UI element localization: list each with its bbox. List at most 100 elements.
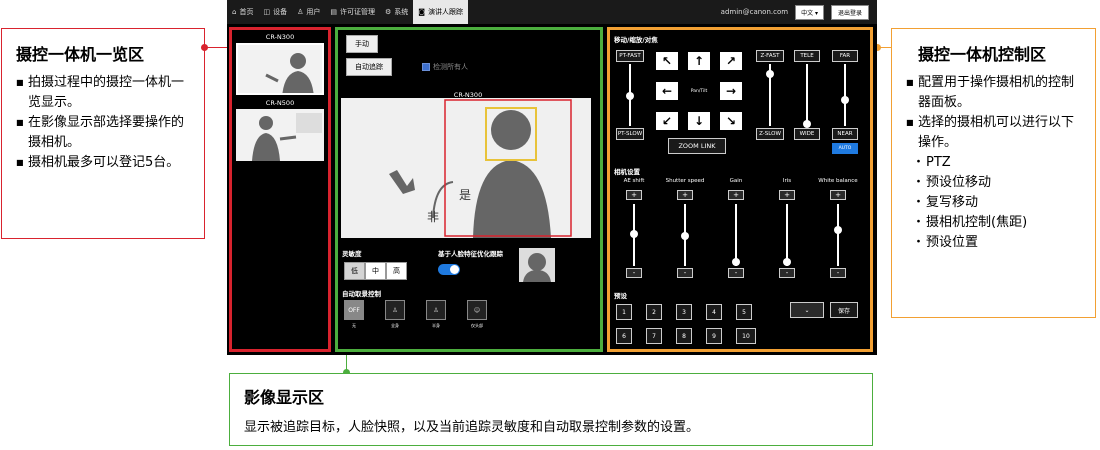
arrow-up-right-icon[interactable]: ↗ <box>720 52 742 70</box>
arrow-down-right-icon[interactable]: ↘ <box>720 112 742 130</box>
iris-knob[interactable] <box>783 258 791 266</box>
framing-label-half: 半身 <box>432 323 440 328</box>
cam-thumbnail[interactable] <box>236 43 324 95</box>
focus-knob[interactable] <box>841 96 849 104</box>
camera-icon: ◙ <box>418 8 426 16</box>
arrow-down-left-icon[interactable]: ↙ <box>656 112 678 130</box>
sensitivity-mid[interactable]: 中 <box>365 262 386 280</box>
user-email: admin@canon.com <box>720 8 789 16</box>
device-icon: ◫ <box>263 8 271 16</box>
near-button[interactable]: NEAR <box>832 128 858 140</box>
auto-track-button[interactable]: 自动追踪 <box>346 58 392 76</box>
param-label-shutter: Shutter speed <box>665 178 705 184</box>
iris-plus-button[interactable]: + <box>779 190 795 200</box>
manual-button[interactable]: 手动 <box>346 35 378 53</box>
wb-track[interactable] <box>837 204 839 266</box>
arrow-right-icon[interactable]: → <box>720 82 742 100</box>
sensitivity-low[interactable]: 低 <box>344 262 365 280</box>
shutter-minus-button[interactable]: - <box>677 268 693 278</box>
gain-track[interactable] <box>735 204 737 266</box>
video-callout: 影像显示区 显示被追踪目标，人脸快照，以及当前追踪灵敏度和自动取景控制参数的设置… <box>229 373 873 446</box>
callout-sub-item: 预设位移动 <box>906 173 1085 193</box>
video-feed[interactable]: 是 非 <box>341 98 591 238</box>
logout-button[interactable]: 退出登录 <box>830 4 869 20</box>
preset-dropdown[interactable]: ⌄ <box>790 302 824 318</box>
preset-button[interactable]: 4 <box>706 304 722 320</box>
cam-thumbnail[interactable] <box>236 109 324 161</box>
preset-button[interactable]: 7 <box>646 328 662 344</box>
param-label-ae: AE shift <box>623 178 645 184</box>
tele-button[interactable]: TELE <box>794 50 820 62</box>
zoom-speed-knob[interactable] <box>766 70 774 78</box>
sensitivity-selector: 低 中 高 <box>344 262 407 280</box>
nav-user[interactable]: ♙ 用户 <box>292 0 325 24</box>
iris-minus-button[interactable]: - <box>779 268 795 278</box>
arrow-up-icon[interactable]: ↑ <box>688 52 710 70</box>
overlay-text-yes: 是 <box>459 188 472 202</box>
preset-label: 预设 <box>614 292 627 300</box>
cam-settings-label: 相机设置 <box>614 168 640 176</box>
gain-plus-button[interactable]: + <box>728 190 744 200</box>
callout-item: 在影像显示部选择要操作的摄相机。 <box>16 113 194 153</box>
z-fast-button[interactable]: Z-FAST <box>756 50 784 62</box>
wide-button[interactable]: WIDE <box>794 128 820 140</box>
cam-list-callout: 摄控一体机一览区 拍摄过程中的摄控一体机一览显示。 在影像显示部选择要操作的摄相… <box>1 28 205 239</box>
callout-sub-item: 复写移动 <box>906 193 1085 213</box>
wb-plus-button[interactable]: + <box>830 190 846 200</box>
preset-button[interactable]: 1 <box>616 304 632 320</box>
arrow-left-icon[interactable]: ← <box>656 82 678 100</box>
save-button[interactable]: 保存 <box>830 302 858 318</box>
connector-line <box>205 47 229 48</box>
auto-focus-button[interactable]: AUTO <box>832 143 858 154</box>
detect-all-checkbox[interactable]: 检测所有人 <box>422 62 468 72</box>
nav-speaker-tracking[interactable]: ◙ 演讲人跟踪 <box>413 0 469 24</box>
pt-slider-knob[interactable] <box>626 92 634 100</box>
nav-license[interactable]: ▤ 许可证管理 <box>325 0 380 24</box>
ae-knob[interactable] <box>630 230 638 238</box>
pantilt-label: Pan/Tilt <box>690 89 708 94</box>
shutter-knob[interactable] <box>681 232 689 240</box>
app-window: ⌂ 首页 ◫ 设备 ♙ 用户 ▤ 许可证管理 ⚙ 系统 ◙ 演讲人跟踪 admin@cano… <box>227 0 877 355</box>
shutter-plus-button[interactable]: + <box>677 190 693 200</box>
zoom-track[interactable] <box>806 64 808 126</box>
iris-track[interactable] <box>786 204 788 266</box>
far-button[interactable]: FAR <box>832 50 858 62</box>
preset-button[interactable]: 6 <box>616 328 632 344</box>
wb-minus-button[interactable]: - <box>830 268 846 278</box>
gain-minus-button[interactable]: - <box>728 268 744 278</box>
top-nav: ⌂ 首页 ◫ 设备 ♙ 用户 ▤ 许可证管理 ⚙ 系统 ◙ 演讲人跟踪 admin@cano… <box>227 0 877 24</box>
preset-button[interactable]: 3 <box>676 304 692 320</box>
video-callout-title: 影像显示区 <box>244 388 325 407</box>
focus-track[interactable] <box>844 64 846 126</box>
pt-slow-button[interactable]: PT-SLOW <box>616 128 644 140</box>
full-body-icon[interactable]: ♙ <box>385 300 405 320</box>
gain-knob[interactable] <box>732 258 740 266</box>
half-body-icon[interactable]: ♙ <box>426 300 446 320</box>
arrow-down-icon[interactable]: ↓ <box>688 112 710 130</box>
ae-minus-button[interactable]: - <box>626 268 642 278</box>
nav-system[interactable]: ⚙ 系统 <box>380 0 413 24</box>
zoom-link-button[interactable]: ZOOM LINK <box>668 138 726 154</box>
ptz-label: 移动/缩放/对焦 <box>614 36 658 44</box>
pt-fast-button[interactable]: PT-FAST <box>616 50 644 62</box>
nav-home[interactable]: ⌂ 首页 <box>227 0 258 24</box>
preset-button[interactable]: 9 <box>706 328 722 344</box>
language-select[interactable]: 中文 ▾ <box>795 4 824 20</box>
arrow-up-left-icon[interactable]: ↖ <box>656 52 678 70</box>
ae-plus-button[interactable]: + <box>626 190 642 200</box>
callout-sub-item: 摄相机控制(焦距) <box>906 213 1085 233</box>
face-track-label: 基于人脸特征优化跟踪 <box>438 250 503 258</box>
nav-device[interactable]: ◫ 设备 <box>258 0 292 24</box>
preset-button[interactable]: 2 <box>646 304 662 320</box>
framing-off-button[interactable]: OFF <box>344 300 364 320</box>
preset-button[interactable]: 10 <box>736 328 756 344</box>
callout-item: 配置用于操作摄相机的控制器面板。 <box>906 73 1085 113</box>
preset-button[interactable]: 5 <box>736 304 752 320</box>
preset-button[interactable]: 8 <box>676 328 692 344</box>
wb-knob[interactable] <box>834 226 842 234</box>
head-icon[interactable]: ☺ <box>467 300 487 320</box>
face-track-toggle[interactable] <box>438 264 460 275</box>
z-slow-button[interactable]: Z-SLOW <box>756 128 784 140</box>
zoom-knob[interactable] <box>803 120 811 128</box>
sensitivity-high[interactable]: 高 <box>386 262 407 280</box>
